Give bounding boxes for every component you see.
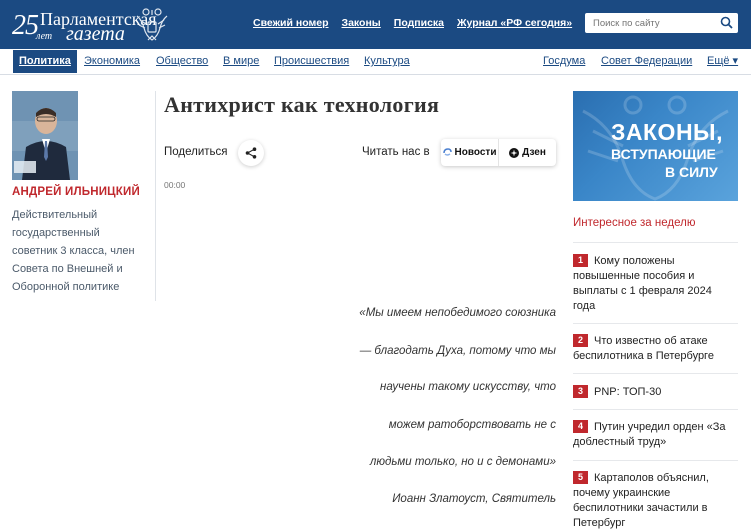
list-item-title: выплаты с 1 февраля 2024 (573, 285, 712, 297)
list-item-title: Петербург (573, 517, 626, 529)
epigraph-line: можем ратоборствовать не с (388, 419, 556, 431)
list-item-title: беспилотники зачастили в (573, 502, 708, 514)
list-item-number: 4 (573, 420, 588, 433)
list-divider (573, 409, 738, 410)
list-item-title: PNP: ТОП-30 (594, 386, 662, 398)
search-box (585, 13, 738, 33)
banner-line-2: ВСТУПАЮЩИЕ (611, 146, 716, 162)
article-title: Антихрист как технология (164, 92, 440, 117)
read-us-label: Читать нас в (362, 146, 430, 158)
dzen-button[interactable]: Дзен (498, 139, 556, 166)
banner-line-1: ЗАКОНЫ, (611, 119, 723, 145)
list-item[interactable]: 3 PNP: ТОП-30 (573, 385, 738, 400)
list-item-title: Картаполов объяснил, (594, 472, 709, 484)
list-item-title: беспилотника в Петербурге (573, 350, 714, 362)
list-item-number: 5 (573, 471, 588, 484)
nav-item-federation-council[interactable]: Совет Федерации (601, 49, 692, 74)
logo-anniversary-number: 25 (12, 10, 39, 41)
list-item-title: доблестный труд» (573, 436, 667, 448)
list-item[interactable]: 2 Что известно об атаке беспилотника в Пе… (573, 334, 738, 364)
list-item-number: 2 (573, 334, 588, 347)
header-link-subscription[interactable]: Подписка (394, 17, 444, 29)
author-description-line: Оборонной политике (12, 281, 120, 293)
list-item-title: почему украинские (573, 487, 671, 499)
logo-line-2: газета (66, 23, 125, 45)
nav-item-duma[interactable]: Госдума (543, 49, 585, 74)
nav-item-politics[interactable]: Политика (13, 50, 77, 73)
list-divider (573, 242, 738, 243)
news-button-label: Новости (454, 147, 497, 158)
epigraph-attribution: Иоанн Златоуст, Святитель (392, 493, 556, 505)
nav-item-society[interactable]: Общество (156, 49, 208, 74)
epigraph-line: — благодать Духа, потому что мы (359, 345, 556, 357)
main-nav: Политика Экономика Общество В мире Проис… (0, 49, 751, 75)
header-link-latest-issue[interactable]: Свежий номер (253, 17, 329, 29)
share-button[interactable] (238, 140, 264, 166)
list-item-number: 3 (573, 385, 588, 398)
read-us-buttons: Новости Дзен (441, 139, 556, 166)
list-item-number: 1 (573, 254, 588, 267)
audio-timecode: 00:00 (164, 180, 186, 190)
banner-line-3: В СИЛУ (665, 164, 718, 180)
list-item[interactable]: 4 Путин учредил орден «За доблестный труд… (573, 420, 738, 450)
list-divider (573, 323, 738, 324)
logo-years: лет (36, 31, 53, 42)
search-icon[interactable] (720, 16, 733, 29)
laws-banner[interactable]: ЗАКОНЫ, ВСТУПАЮЩИЕ В СИЛУ (573, 91, 738, 201)
list-item-title: года (573, 300, 596, 312)
search-input[interactable] (585, 17, 715, 29)
coat-of-arms-icon (136, 8, 168, 41)
nav-item-culture[interactable]: Культура (364, 49, 410, 74)
list-divider (573, 460, 738, 461)
news-button[interactable]: Новости (441, 139, 498, 166)
share-label: Поделиться (164, 146, 228, 158)
list-item-title: повышенные пособия и (573, 270, 695, 282)
list-item[interactable]: 5 Картаполов объяснил, почему украинские … (573, 471, 738, 531)
epigraph-line: людьми только, но и с демонами» (369, 456, 556, 468)
author-description-line: государственный (12, 227, 100, 239)
list-item-title: Путин учредил орден «За (594, 421, 726, 433)
dzen-button-label: Дзен (522, 147, 546, 158)
header-link-laws[interactable]: Законы (342, 17, 381, 29)
nav-item-world[interactable]: В мире (223, 49, 259, 74)
weekly-highlights-heading: Интересное за неделю (573, 217, 696, 229)
author-description-line: Совета по Внешней и (12, 263, 123, 275)
dzen-icon (509, 147, 520, 158)
author-name[interactable]: АНДРЕЙ ИЛЬНИЦКИЙ (12, 186, 140, 198)
news-icon (442, 148, 452, 156)
epigraph-line: «Мы имеем непобедимого союзника (359, 307, 556, 319)
author-photo[interactable] (12, 91, 78, 180)
author-portrait-image (12, 91, 78, 180)
author-description: Действительный государственный советник … (12, 206, 147, 296)
list-item-title: Кому положены (594, 255, 675, 267)
list-item[interactable]: 1 Кому положены повышенные пособия и выпл… (573, 254, 738, 314)
column-divider (155, 91, 156, 301)
nav-item-incidents[interactable]: Происшествия (274, 49, 349, 74)
header-link-magazine[interactable]: Журнал «РФ сегодня» (457, 17, 572, 29)
nav-item-more[interactable]: Ещё ▾ (707, 49, 738, 74)
site-header: 25 лет Парламентская газета Свежий номер… (0, 0, 751, 49)
list-item-title: Что известно об атаке (594, 335, 708, 347)
author-description-line: советник 3 класса, член (12, 245, 135, 257)
header-links: Свежий номер Законы Подписка Журнал «РФ … (253, 17, 585, 29)
share-icon (245, 147, 257, 159)
nav-item-economy[interactable]: Экономика (84, 49, 140, 74)
list-divider (573, 373, 738, 374)
site-logo[interactable]: 25 лет Парламентская газета (12, 6, 172, 45)
author-description-line: Действительный (12, 209, 98, 221)
epigraph-line: научены такому искусству, что (380, 381, 556, 393)
